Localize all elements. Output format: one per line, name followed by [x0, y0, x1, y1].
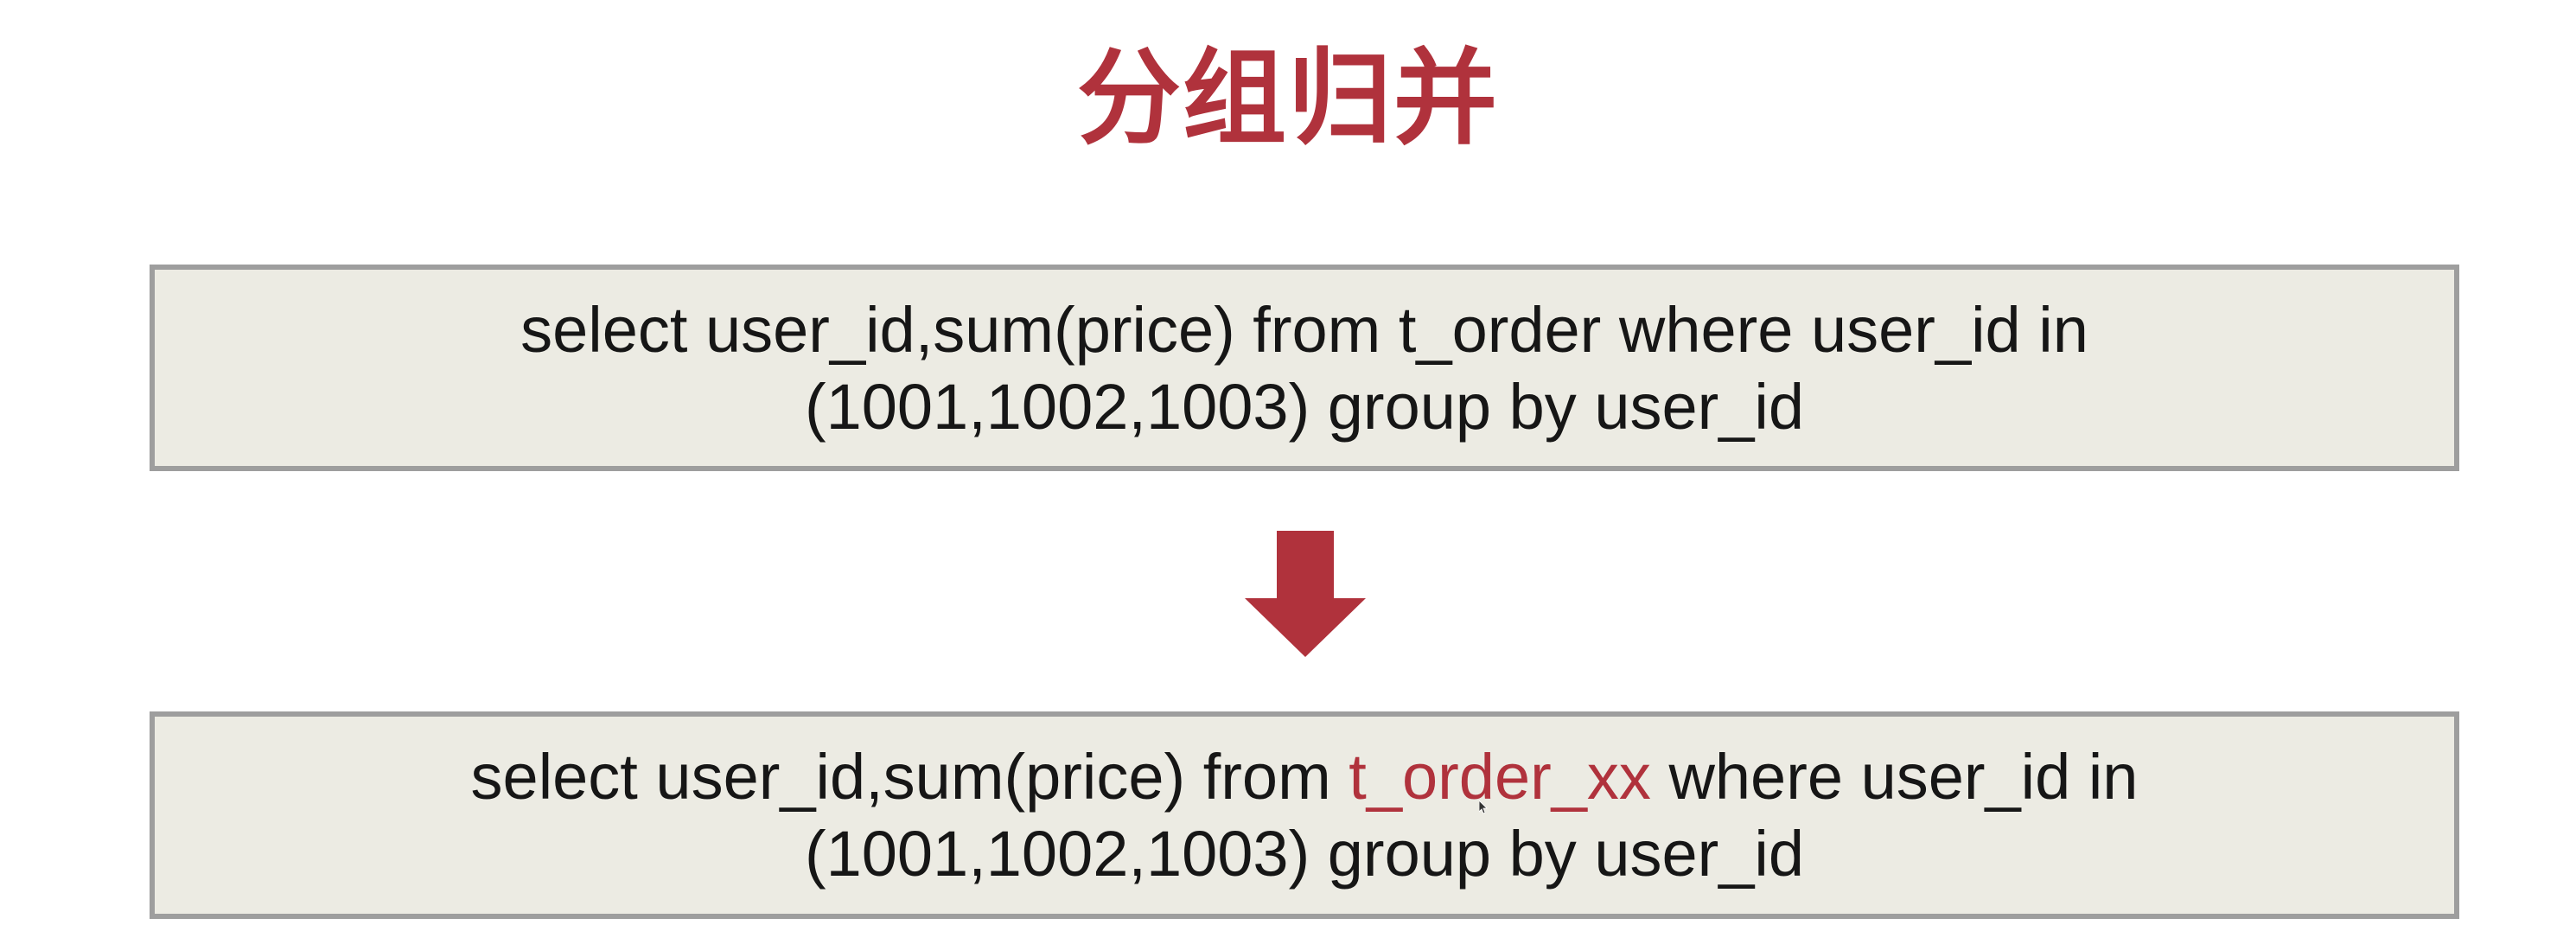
original-query-line-1: select user_id,sum(price) from t_order w… [520, 293, 2088, 366]
rewritten-query-suffix: where user_id in [1650, 741, 2139, 813]
slide-title: 分组归并 [1077, 39, 1499, 159]
rewritten-table-name: t_order_xx [1349, 741, 1651, 813]
rewritten-query-prefix: select user_id,sum(price) from [470, 741, 1349, 813]
original-query-box: select user_id,sum(price) from t_order w… [150, 265, 2459, 471]
mouse-cursor-icon [1479, 800, 1488, 814]
arrow-down-icon [1245, 531, 1366, 657]
rewritten-query-line-2: (1001,1002,1003) group by user_id [804, 818, 1805, 890]
rewritten-query-box: select user_id,sum(price) from t_order_x… [150, 711, 2459, 919]
original-query-line-2: (1001,1002,1003) group by user_id [804, 370, 1805, 443]
rewritten-query-line-1: select user_id,sum(price) from t_order_x… [471, 738, 2139, 815]
slide: 分组归并 select user_id,sum(price) from t_or… [0, 0, 2576, 944]
